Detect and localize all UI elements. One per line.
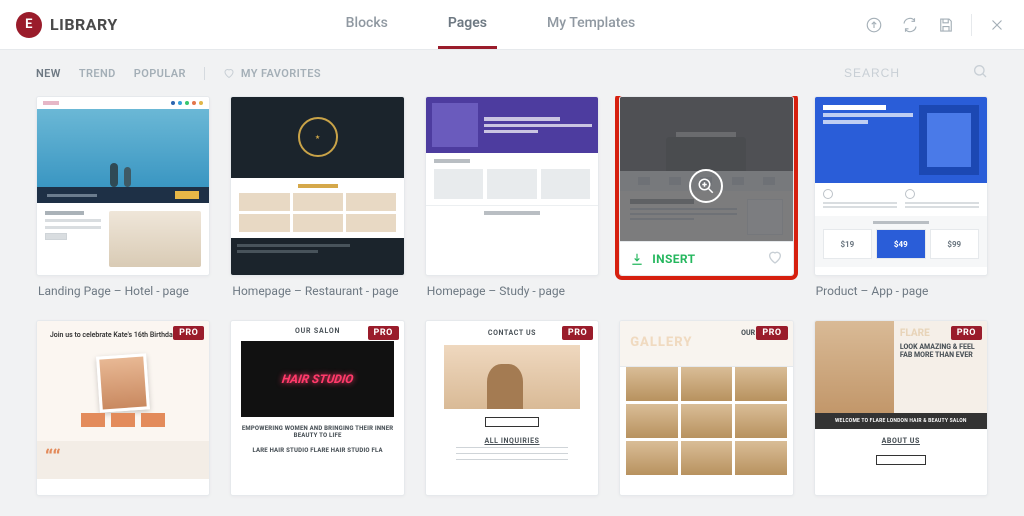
template-thumbnail[interactable]: Join us to celebrate Kate's 16th Birthda… — [36, 320, 210, 496]
template-thumbnail[interactable]: ★ — [230, 96, 404, 276]
template-thumbnail[interactable]: OUR SALON HAIR STUDIO EMPOWERING WOMEN A… — [230, 320, 404, 496]
template-thumbnail[interactable]: $19 $49 $99 — [814, 96, 988, 276]
tab-blocks[interactable]: Blocks — [336, 0, 398, 49]
sync-icon[interactable] — [899, 14, 921, 36]
library-header: E LIBRARY Blocks Pages My Templates — [0, 0, 1024, 50]
template-thumbnail[interactable]: INSERT — [619, 96, 793, 276]
brand-title: LIBRARY — [50, 15, 118, 34]
template-card[interactable]: PRO FLARELOOK AMAZING & FEEL FAB MORE TH… — [814, 320, 988, 496]
template-title — [619, 282, 793, 300]
template-title: Product – App - page — [814, 282, 988, 300]
template-card[interactable]: ★ Homepage – Restaurant - page — [230, 96, 404, 300]
pro-badge: PRO — [951, 326, 982, 340]
pro-badge: PRO — [368, 326, 399, 340]
brand: E LIBRARY — [16, 12, 118, 38]
search-input[interactable] — [844, 66, 964, 80]
template-card[interactable]: $19 $49 $99 Product – App - page — [814, 96, 988, 300]
pro-badge: PRO — [173, 326, 204, 340]
insert-button[interactable]: INSERT — [652, 252, 758, 266]
tab-my-templates[interactable]: My Templates — [537, 0, 645, 49]
divider — [971, 14, 972, 36]
filter-trend[interactable]: TREND — [79, 67, 116, 80]
filter-list: NEW TREND POPULAR — [36, 67, 186, 80]
close-icon[interactable] — [986, 14, 1008, 36]
template-thumbnail[interactable]: GALLERYOUR GALLERY — [619, 320, 793, 496]
template-card[interactable]: PRO Join us to celebrate Kate's 16th Bir… — [36, 320, 210, 496]
search-box — [844, 63, 988, 83]
filter-new[interactable]: NEW — [36, 67, 61, 80]
upload-icon[interactable] — [863, 14, 885, 36]
template-card[interactable]: PRO CONTACT US ALL INQUIRIES — [425, 320, 599, 496]
template-title: Homepage – Study - page — [425, 282, 599, 300]
template-grid: Landing Page – Hotel - page ★ Homepage –… — [0, 96, 1024, 516]
template-title: Homepage – Restaurant - page — [230, 282, 404, 300]
header-actions — [863, 14, 1008, 36]
template-thumbnail[interactable] — [36, 96, 210, 276]
template-card[interactable]: Homepage – Study - page — [425, 96, 599, 300]
filter-favorites[interactable]: MY FAVORITES — [204, 67, 321, 80]
template-card[interactable]: PRO OUR SALON HAIR STUDIO EMPOWERING WOM… — [230, 320, 404, 496]
heart-icon — [223, 67, 235, 79]
template-card[interactable]: Landing Page – Hotel - page — [36, 96, 210, 300]
action-bar: INSERT — [620, 241, 792, 275]
download-icon — [630, 252, 644, 266]
save-icon[interactable] — [935, 14, 957, 36]
favorite-button[interactable] — [767, 249, 783, 269]
template-card[interactable]: PRO GALLERYOUR GALLERY — [619, 320, 793, 496]
template-thumbnail[interactable]: FLARELOOK AMAZING & FEEL FAB MORE THAN E… — [814, 320, 988, 496]
filter-bar: NEW TREND POPULAR MY FAVORITES — [0, 50, 1024, 96]
template-card-highlighted[interactable]: INSERT — [619, 96, 793, 300]
pro-badge: PRO — [562, 326, 593, 340]
template-thumbnail[interactable]: CONTACT US ALL INQUIRIES — [425, 320, 599, 496]
search-icon[interactable] — [972, 63, 988, 83]
template-thumbnail[interactable] — [425, 96, 599, 276]
header-tabs: Blocks Pages My Templates — [336, 0, 645, 49]
template-title: Landing Page – Hotel - page — [36, 282, 210, 300]
tab-pages[interactable]: Pages — [438, 0, 497, 49]
pro-badge: PRO — [756, 326, 787, 340]
zoom-icon — [689, 169, 723, 203]
logo-icon: E — [16, 12, 42, 38]
filter-popular[interactable]: POPULAR — [134, 67, 186, 80]
